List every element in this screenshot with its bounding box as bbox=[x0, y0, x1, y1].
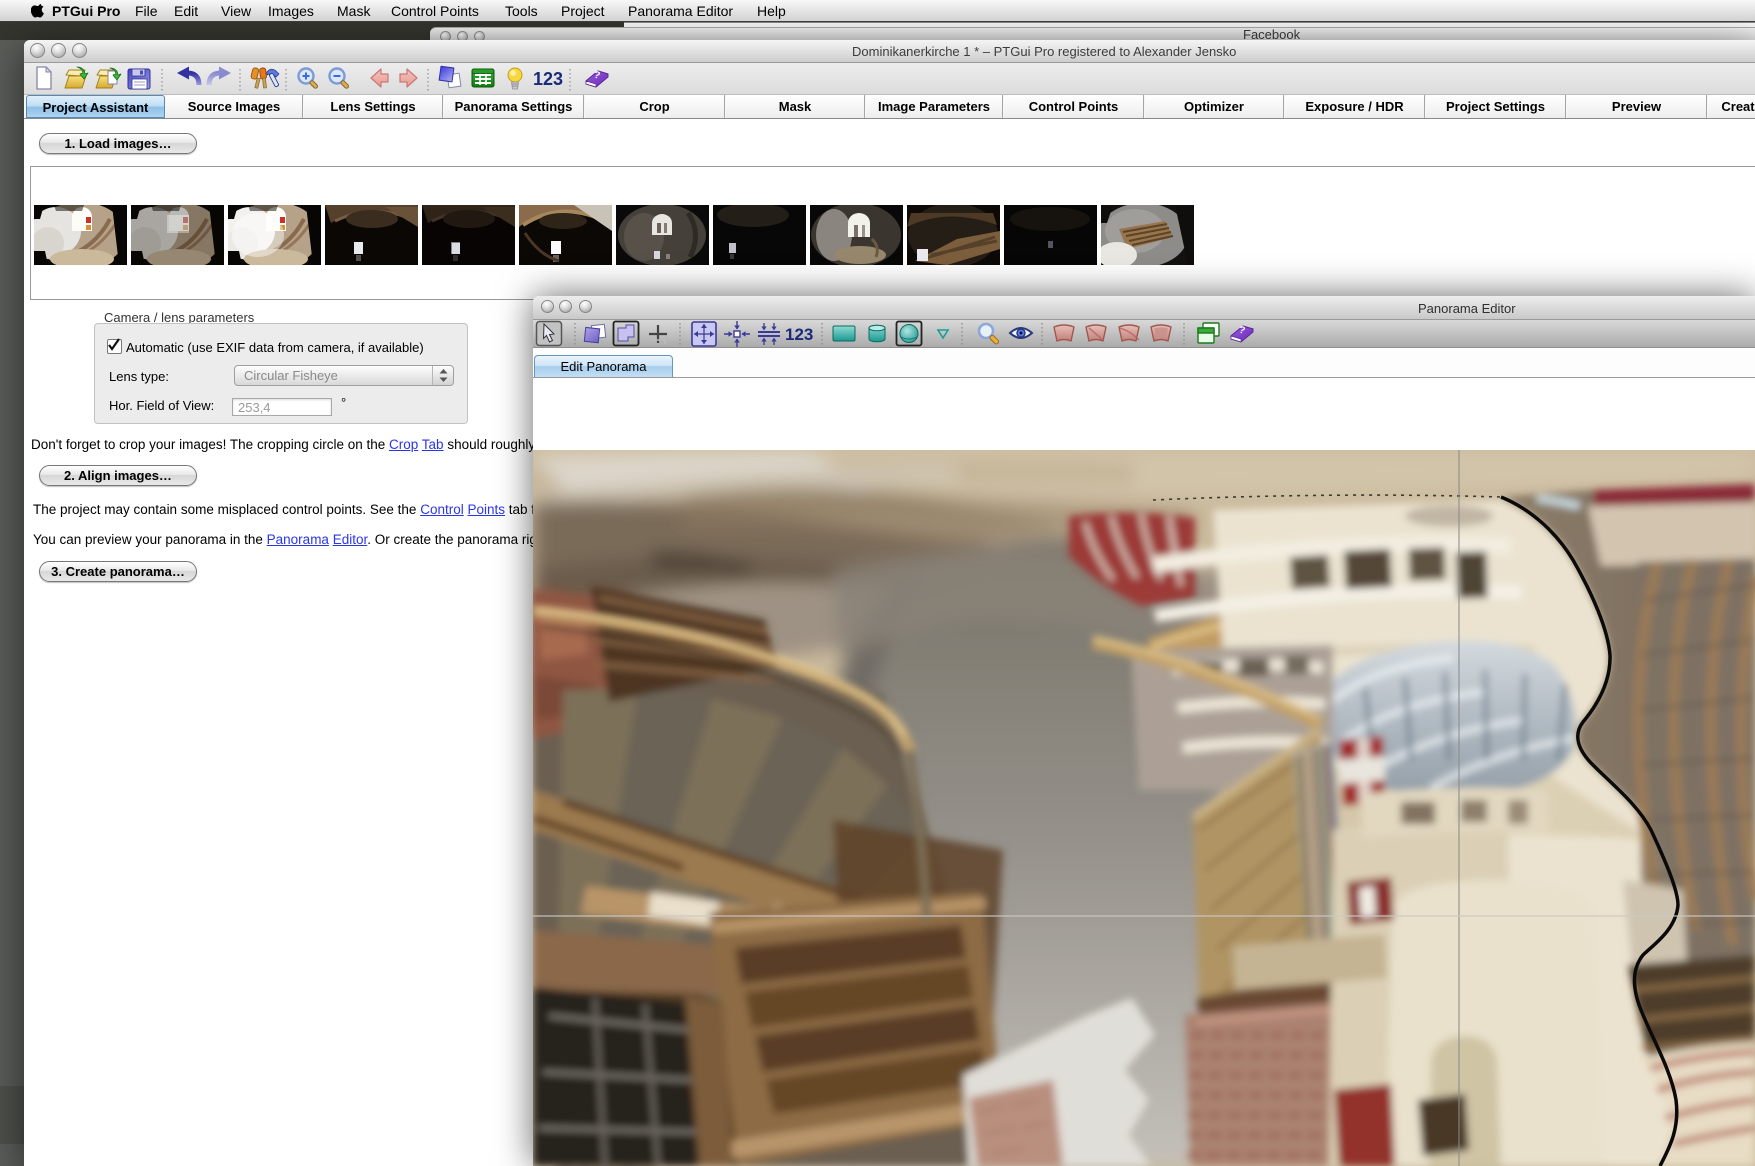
svg-text:123: 123 bbox=[785, 325, 813, 344]
svg-text:123: 123 bbox=[533, 69, 563, 89]
